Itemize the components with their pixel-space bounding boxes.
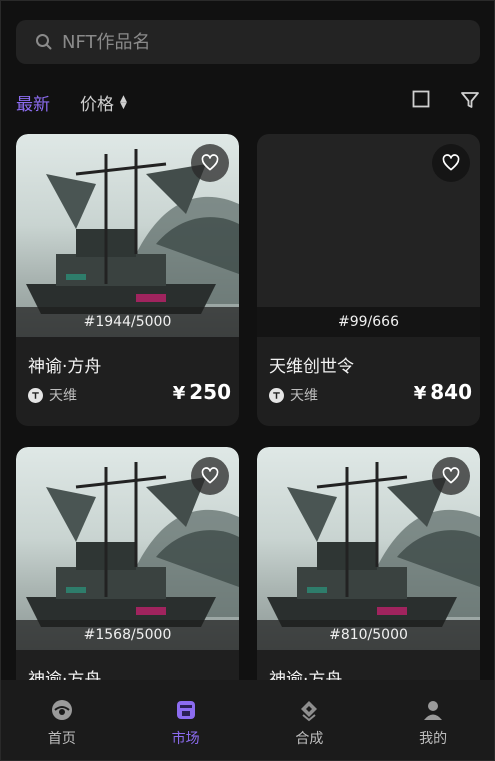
product-card[interactable]: #1568/5000 神谕·方舟 (16, 447, 239, 680)
favorite-button[interactable] (432, 457, 470, 495)
heart-icon (442, 467, 460, 484)
profile-icon (424, 701, 443, 720)
home-icon (51, 700, 72, 720)
filter-icon[interactable] (460, 90, 480, 110)
edition-number: #99/666 (257, 307, 480, 337)
creator-logo-icon (28, 387, 43, 403)
product-image: #810/5000 (257, 447, 480, 650)
sort-price-tab[interactable]: 价格 ▲ ▼ (80, 90, 127, 115)
favorite-button[interactable] (191, 144, 229, 182)
market-icon (176, 701, 195, 719)
product-name: 神谕·方舟 (269, 670, 343, 680)
synthesis-icon (301, 701, 318, 722)
currency-symbol: ¥ (172, 383, 186, 404)
view-toggle-icon[interactable] (412, 90, 430, 108)
tab-home-label: 首页 (47, 731, 76, 747)
favorite-button[interactable] (191, 457, 229, 495)
tab-profile[interactable]: 我的 (371, 680, 495, 761)
product-price: ¥840 (414, 380, 472, 404)
product-card[interactable]: #1944/5000 神谕·方舟 天维 ¥250 (16, 134, 239, 426)
creator-info: 天维 (28, 385, 77, 405)
sort-price-label: 价格 (80, 95, 114, 115)
search-bar[interactable] (16, 20, 480, 64)
tab-synthesis-label: 合成 (295, 731, 324, 747)
edition-number: #1944/5000 (16, 307, 239, 337)
price-value: 250 (189, 380, 231, 404)
search-input[interactable] (60, 30, 444, 54)
sort-latest-tab[interactable]: 最新 (16, 90, 50, 115)
edition-number: #810/5000 (257, 620, 480, 650)
search-icon (36, 34, 52, 50)
sort-arrows-icon: ▲ ▼ (120, 93, 127, 111)
edition-number: #1568/5000 (16, 620, 239, 650)
heart-icon (442, 154, 460, 171)
creator-name: 天维 (49, 388, 77, 404)
product-image: #99/666 (257, 134, 480, 337)
currency-symbol: ¥ (413, 383, 427, 404)
product-price: ¥250 (173, 380, 231, 404)
creator-info: 天维 (269, 385, 318, 405)
product-card[interactable]: #810/5000 神谕·方舟 (257, 447, 480, 680)
creator-name: 天维 (290, 388, 318, 404)
tab-market[interactable]: 市场 (124, 680, 248, 761)
product-card[interactable]: #99/666 天维创世令 天维 ¥840 (257, 134, 480, 426)
product-grid: #1944/5000 神谕·方舟 天维 ¥250 #99/666 天维创世令 天… (16, 134, 480, 680)
price-value: 840 (430, 380, 472, 404)
product-image: #1944/5000 (16, 134, 239, 337)
product-name: 神谕·方舟 (28, 357, 102, 377)
product-image: #1568/5000 (16, 447, 239, 650)
tab-market-label: 市场 (171, 731, 200, 747)
creator-logo-icon (269, 387, 284, 403)
tab-profile-label: 我的 (419, 731, 448, 747)
product-name: 神谕·方舟 (28, 670, 102, 680)
tab-home[interactable]: 首页 (0, 680, 124, 761)
heart-icon (201, 467, 219, 484)
tab-synthesis[interactable]: 合成 (248, 680, 372, 761)
sort-bar: 最新 价格 ▲ ▼ (16, 88, 480, 116)
product-name: 天维创世令 (269, 357, 354, 377)
bottom-tab-bar: 首页 市场 合成 我的 (0, 680, 495, 761)
heart-icon (201, 154, 219, 171)
favorite-button[interactable] (432, 144, 470, 182)
